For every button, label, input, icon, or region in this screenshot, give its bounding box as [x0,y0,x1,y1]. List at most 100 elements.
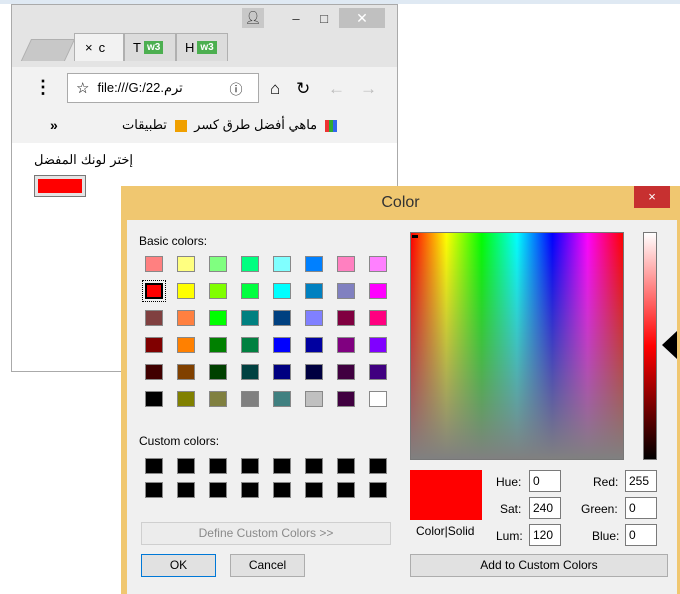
basic-color-swatch[interactable] [177,391,195,407]
custom-color-swatch[interactable] [209,482,227,498]
custom-color-swatch[interactable] [273,482,291,498]
custom-color-swatch[interactable] [305,458,323,474]
basic-color-swatch[interactable] [305,337,323,353]
basic-color-swatch[interactable] [305,364,323,380]
basic-color-swatch[interactable] [337,391,355,407]
tab-w3-2[interactable]: H w3 [176,33,228,61]
bookmarks-overflow-button[interactable]: » [50,117,58,133]
custom-color-swatch[interactable] [145,458,163,474]
tab-w3-1[interactable]: T w3 [124,33,176,61]
ok-button[interactable]: OK [141,554,216,577]
close-window-button[interactable]: ✕ [339,8,385,28]
basic-color-swatch[interactable] [145,364,163,380]
menu-dots-icon[interactable]: ⋮ [34,77,52,98]
custom-color-swatch[interactable] [369,482,387,498]
add-to-custom-colors-button[interactable]: Add to Custom Colors [410,554,668,577]
basic-color-swatch[interactable] [177,310,195,326]
address-bar[interactable]: ☆ file:///G:/22.ترم ⓘ [67,73,259,103]
bookmark-link[interactable]: ماهي أفضل طرق كسر [194,117,317,132]
custom-color-swatch[interactable] [177,458,195,474]
basic-color-swatch[interactable] [305,256,323,272]
minimize-button[interactable]: – [284,8,308,28]
apps-bookmark[interactable]: تطبيقات [122,117,167,132]
sat-field[interactable] [529,497,561,519]
reload-icon[interactable]: ↻ [296,79,310,99]
tab-active[interactable]: × c [74,33,124,61]
basic-color-swatch[interactable] [145,310,163,326]
back-arrow-icon[interactable]: ← [328,79,345,99]
custom-color-swatch[interactable] [241,458,259,474]
color-spectrum[interactable] [410,232,624,460]
color-input[interactable] [34,175,86,197]
basic-color-swatch[interactable] [241,310,259,326]
basic-color-swatch[interactable] [177,283,195,299]
luminance-slider[interactable] [643,232,657,460]
basic-color-swatch[interactable] [273,283,291,299]
basic-color-swatch[interactable] [241,283,259,299]
hue-field[interactable] [529,470,561,492]
lum-field[interactable] [529,524,561,546]
bookmark-star-icon[interactable]: ☆ [76,79,89,97]
custom-color-swatch[interactable] [145,482,163,498]
tab-close-icon[interactable]: × [85,40,93,55]
custom-color-swatch[interactable] [369,458,387,474]
basic-color-swatch[interactable] [305,391,323,407]
basic-color-swatch[interactable] [177,364,195,380]
blue-field[interactable] [625,524,657,546]
basic-color-swatch[interactable] [273,364,291,380]
basic-color-swatch[interactable] [209,337,227,353]
basic-color-swatch[interactable] [241,364,259,380]
info-icon[interactable]: ⓘ [229,79,242,98]
basic-color-swatch[interactable] [145,337,163,353]
maximize-button[interactable]: □ [312,8,336,28]
basic-color-swatch[interactable] [369,256,387,272]
red-field[interactable] [625,470,657,492]
basic-color-swatch[interactable] [273,256,291,272]
home-icon[interactable]: ⌂ [270,79,280,99]
basic-color-swatch[interactable] [369,310,387,326]
basic-color-swatch[interactable] [142,280,166,302]
green-field[interactable] [625,497,657,519]
profile-icon[interactable]: 👤︎ [242,8,264,28]
custom-color-swatch[interactable] [209,458,227,474]
basic-color-swatch[interactable] [241,391,259,407]
forward-arrow-icon[interactable]: → [360,79,377,99]
custom-color-swatch[interactable] [177,482,195,498]
basic-color-swatch[interactable] [209,256,227,272]
custom-color-swatch[interactable] [305,482,323,498]
basic-color-swatch[interactable] [241,337,259,353]
basic-color-swatch[interactable] [145,256,163,272]
basic-color-swatch[interactable] [369,283,387,299]
custom-color-swatch[interactable] [337,458,355,474]
basic-color-swatch[interactable] [209,391,227,407]
basic-color-swatch[interactable] [209,310,227,326]
basic-color-swatch[interactable] [145,391,163,407]
basic-color-swatch[interactable] [273,337,291,353]
basic-color-swatch[interactable] [369,337,387,353]
basic-color-swatch[interactable] [273,310,291,326]
basic-color-swatch[interactable] [273,391,291,407]
define-custom-colors-button[interactable]: Define Custom Colors >> [141,522,391,545]
basic-color-swatch[interactable] [177,337,195,353]
custom-color-swatch[interactable] [241,482,259,498]
basic-color-swatch[interactable] [209,283,227,299]
custom-color-swatch[interactable] [337,482,355,498]
basic-color-swatch[interactable] [337,337,355,353]
basic-color-swatch[interactable] [337,283,355,299]
basic-color-swatch[interactable] [177,256,195,272]
basic-color-swatch[interactable] [369,364,387,380]
custom-color-swatch[interactable] [273,458,291,474]
cancel-button[interactable]: Cancel [230,554,305,577]
basic-color-swatch[interactable] [241,256,259,272]
basic-color-swatch[interactable] [369,391,387,407]
basic-color-swatch[interactable] [305,283,323,299]
basic-color-swatch[interactable] [337,256,355,272]
spectrum-crosshair[interactable] [412,235,418,238]
dialog-close-button[interactable]: × [634,186,670,208]
basic-color-swatch[interactable] [337,364,355,380]
basic-color-swatch[interactable] [209,364,227,380]
basic-color-swatch[interactable] [305,310,323,326]
basic-color-swatch[interactable] [337,310,355,326]
new-tab-button[interactable] [20,39,76,61]
luminance-arrow-icon[interactable] [662,331,677,359]
